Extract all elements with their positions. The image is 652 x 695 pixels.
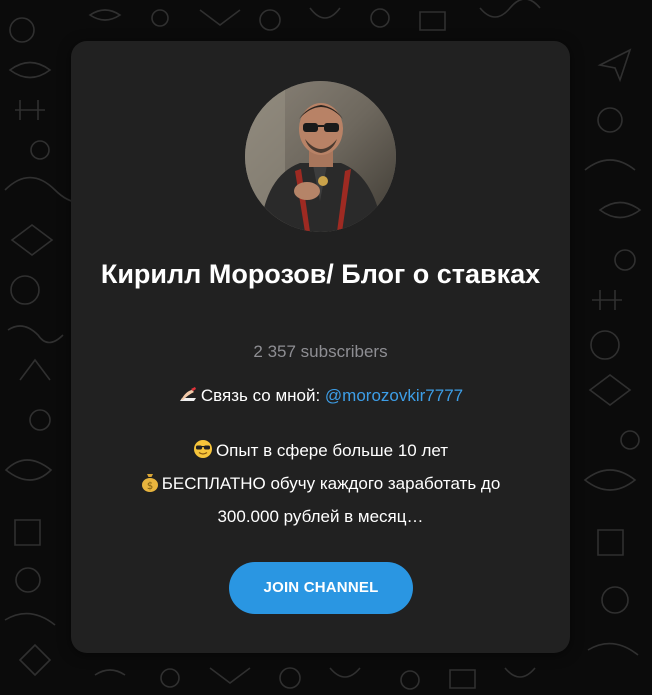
channel-title: Кирилл Морозов/ Блог о ставках [100,259,541,289]
contact-line: Связь со мной: @morozovkir7777 [91,381,550,414]
experience-text: Опыт в сфере больше 10 лет [215,441,449,460]
subscriber-count: 2 357 subscribers [253,342,388,361]
svg-text:$: $ [147,481,153,492]
free-offer-line: $ БЕСПЛАТНО обучу каждого заработать до [91,469,550,502]
free-offer-line-2: 300.000 рублей в месяц… [217,507,424,526]
money-bag-icon: $ [141,472,159,502]
free-offer-text-1: БЕСПЛАТНО обучу каждого заработать до [161,474,501,493]
contact-prefix: Связь со мной: [200,386,325,405]
channel-card: Кирилл Морозов/ Блог о ставках 2 357 sub… [71,41,570,653]
contact-link[interactable]: @morozovkir7777 [325,386,463,405]
join-channel-button[interactable]: JOIN CHANNEL [229,562,413,614]
writing-hand-icon [178,384,198,414]
experience-line: Опыт в сфере больше 10 лет [91,436,550,469]
channel-avatar [245,81,396,232]
description-spacer [91,414,550,436]
sunglasses-face-icon [193,439,213,469]
channel-description: Связь со мной: @morozovkir7777 Опыт в сф… [91,381,550,532]
